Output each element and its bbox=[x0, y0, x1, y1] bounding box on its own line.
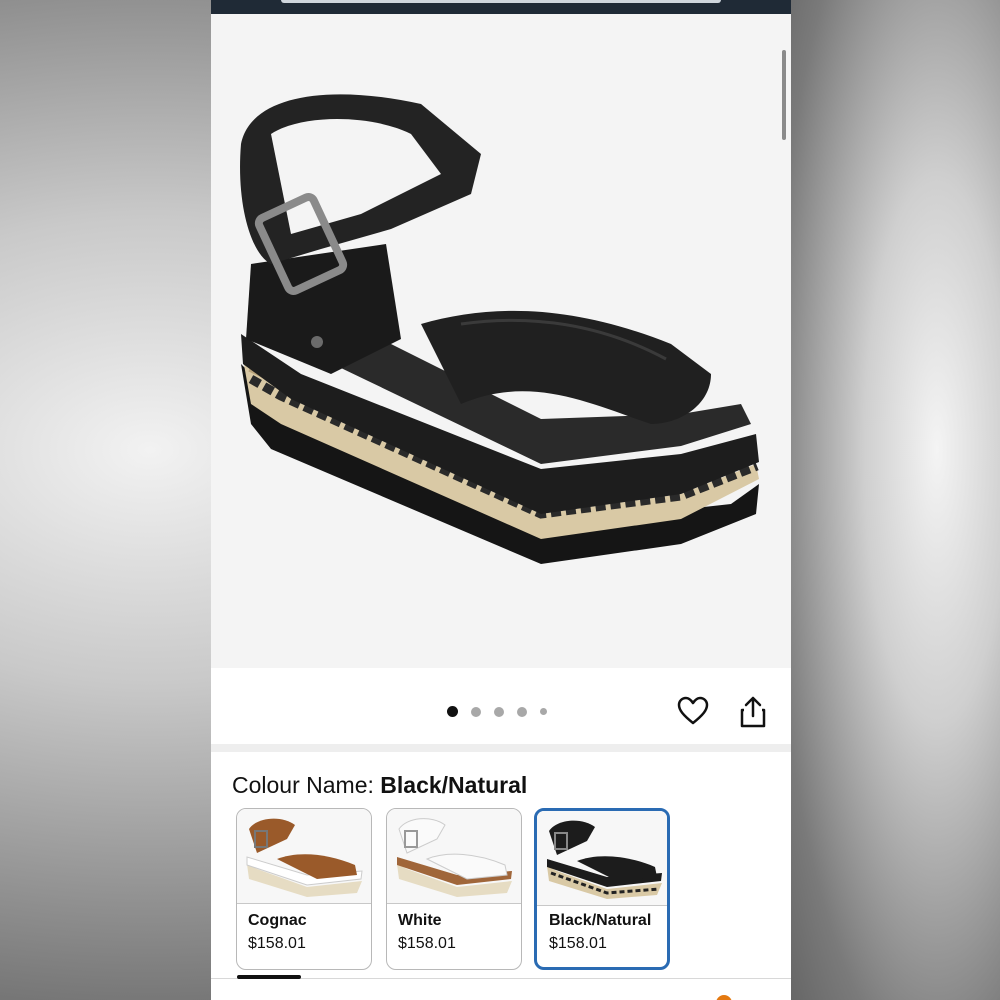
selected-colour-value: Black/Natural bbox=[380, 772, 528, 798]
swatch-name: Cognac bbox=[248, 912, 307, 929]
heart-icon[interactable] bbox=[677, 696, 709, 726]
carousel-dot-5[interactable] bbox=[540, 708, 547, 715]
carousel-dot-4[interactable] bbox=[517, 706, 527, 717]
black-sandal-thumbnail bbox=[547, 820, 662, 899]
header-bar bbox=[211, 0, 791, 14]
swatch-separator bbox=[387, 903, 521, 904]
colour-name-label: Colour Name: Black/Natural bbox=[232, 772, 527, 799]
carousel-dot-3[interactable] bbox=[494, 706, 504, 717]
swatch-thumbnail bbox=[387, 809, 521, 903]
swatch-thumbnail bbox=[537, 811, 667, 905]
search-bar-edge[interactable] bbox=[281, 0, 721, 3]
swatch-thumbnail bbox=[237, 809, 371, 903]
colour-label-prefix: Colour Name: bbox=[232, 772, 381, 798]
active-tab-indicator bbox=[237, 975, 301, 979]
image-controls-row bbox=[211, 668, 791, 744]
colour-swatch-cognac[interactable]: Cognac $158.01 bbox=[236, 808, 372, 970]
white-sandal-thumbnail bbox=[397, 818, 512, 897]
cognac-sandal-thumbnail bbox=[246, 818, 363, 897]
colour-swatch-black-natural[interactable]: Black/Natural $158.01 bbox=[534, 808, 670, 970]
swatch-separator bbox=[537, 905, 667, 906]
share-icon[interactable] bbox=[739, 696, 767, 728]
carousel-dot-1[interactable] bbox=[447, 706, 458, 717]
swatch-name: White bbox=[398, 912, 442, 929]
colour-swatch-white[interactable]: White $158.01 bbox=[386, 808, 522, 970]
carousel-dot-2[interactable] bbox=[471, 706, 481, 717]
product-image-area[interactable] bbox=[211, 14, 791, 668]
swatch-price: $158.01 bbox=[248, 935, 306, 952]
product-image[interactable] bbox=[211, 74, 791, 594]
cart-badge-icon[interactable] bbox=[716, 995, 732, 1000]
swatch-price: $158.01 bbox=[398, 935, 456, 952]
phone-screen: Colour Name: Black/Natural Cognac $158.0… bbox=[211, 0, 791, 1000]
swatch-name: Black/Natural bbox=[549, 912, 652, 929]
swatch-separator bbox=[237, 903, 371, 904]
section-divider bbox=[211, 744, 791, 752]
swatch-price: $158.01 bbox=[549, 935, 607, 952]
bottom-nav-bar bbox=[211, 975, 791, 1000]
carousel-dots[interactable] bbox=[447, 706, 547, 717]
